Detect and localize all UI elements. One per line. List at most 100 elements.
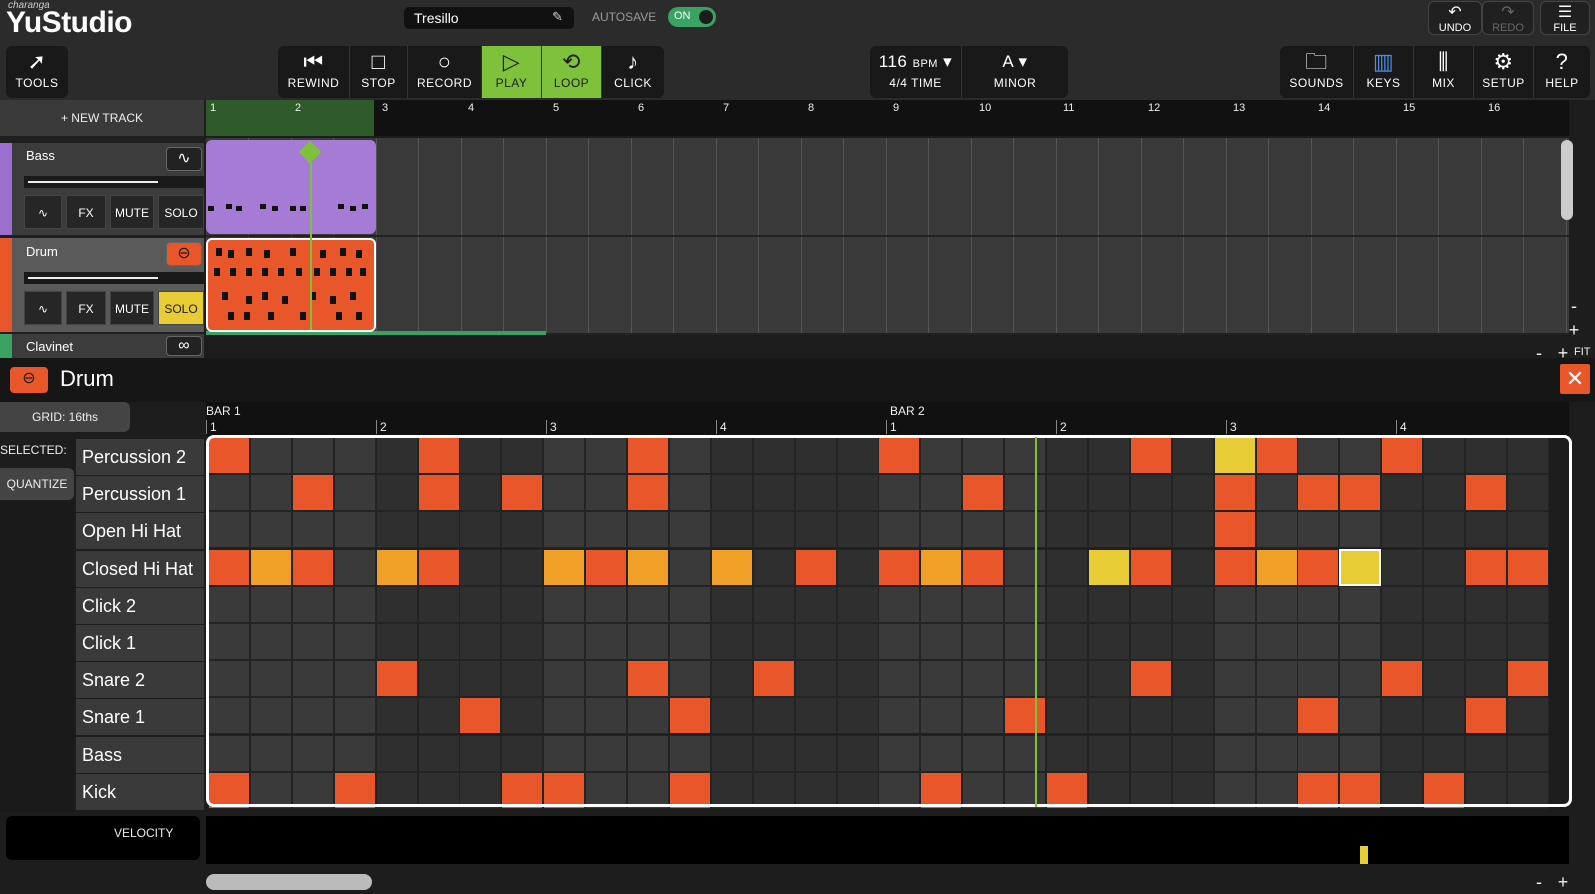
sequencer-step[interactable] xyxy=(962,697,1005,735)
sequencer-step[interactable] xyxy=(1171,437,1214,474)
sequencer-step[interactable] xyxy=(1339,585,1382,623)
sequencer-step[interactable] xyxy=(208,660,250,698)
editor-ruler[interactable] xyxy=(206,402,1569,436)
sequencer-step[interactable] xyxy=(920,697,963,735)
solo-button-bass[interactable]: SOLO xyxy=(158,195,204,229)
fx-button-drum[interactable]: FX xyxy=(66,291,106,325)
sequencer-step[interactable] xyxy=(249,660,292,698)
timeline-ruler[interactable] xyxy=(206,100,1569,136)
sequencer-step[interactable] xyxy=(249,548,292,586)
sequencer-step[interactable] xyxy=(1171,697,1214,735)
sequencer-step[interactable] xyxy=(878,660,921,698)
sequencer-step[interactable] xyxy=(585,474,628,512)
sequencer-step[interactable] xyxy=(375,697,418,735)
sequencer-step[interactable] xyxy=(501,660,544,698)
sequencer-step[interactable] xyxy=(1506,734,1549,772)
sequencer-step[interactable] xyxy=(585,623,628,660)
sequencer-step[interactable] xyxy=(836,548,879,586)
sequencer-step[interactable] xyxy=(585,771,628,809)
instrument-row-label[interactable]: Open Hi Hat xyxy=(76,513,204,550)
sequencer-step[interactable] xyxy=(836,511,879,549)
sequencer-step[interactable] xyxy=(878,548,921,586)
track-zoom-in-button[interactable]: + xyxy=(1563,320,1585,340)
automation-button-bass[interactable]: ∿ xyxy=(24,195,62,229)
sequencer-step[interactable] xyxy=(1339,511,1382,549)
sequencer-step[interactable] xyxy=(1297,548,1340,586)
sequencer-step[interactable] xyxy=(459,734,502,772)
sequencer-step[interactable] xyxy=(1423,623,1466,660)
sequencer-step[interactable] xyxy=(1004,660,1047,698)
sequencer-step[interactable] xyxy=(710,697,753,735)
sequencer-step[interactable] xyxy=(962,660,1005,698)
sequencer-step[interactable] xyxy=(249,585,292,623)
sequencer-step[interactable] xyxy=(668,771,711,809)
sequencer-step[interactable] xyxy=(585,734,628,772)
sequencer-step[interactable] xyxy=(417,511,460,549)
sequencer-step[interactable] xyxy=(333,548,376,586)
sequencer-step[interactable] xyxy=(1129,734,1172,772)
sequencer-step[interactable] xyxy=(1046,734,1088,772)
sequencer-step[interactable] xyxy=(1004,585,1047,623)
editor-zoom-in-button[interactable]: + xyxy=(1552,872,1574,892)
sequencer-step[interactable] xyxy=(417,437,460,474)
sequencer-step[interactable] xyxy=(208,548,250,586)
sequencer-step[interactable] xyxy=(1423,511,1466,549)
sequencer-step[interactable] xyxy=(668,697,711,735)
sequencer-step[interactable] xyxy=(752,474,795,512)
sequencer-step[interactable] xyxy=(459,437,502,474)
fx-button-bass[interactable]: FX xyxy=(66,195,106,229)
sequencer-step[interactable] xyxy=(878,623,921,660)
sequencer-step[interactable] xyxy=(1297,734,1340,772)
sequencer-step[interactable] xyxy=(1465,660,1507,698)
infinity-icon[interactable]: ∞ xyxy=(166,336,202,356)
sequencer-step[interactable] xyxy=(291,734,334,772)
sequencer-step[interactable] xyxy=(417,734,460,772)
sequencer-step[interactable] xyxy=(1213,660,1256,698)
sequencer-step[interactable] xyxy=(1087,585,1130,623)
sequencer-step[interactable] xyxy=(1465,771,1507,809)
sequencer-step[interactable] xyxy=(208,623,250,660)
sequencer-step[interactable] xyxy=(291,474,334,512)
sequencer-step[interactable] xyxy=(1381,437,1424,474)
velocity-bar[interactable] xyxy=(1360,846,1368,864)
sequencer-step[interactable] xyxy=(710,548,753,586)
sequencer-step[interactable] xyxy=(375,437,418,474)
sequencer-step[interactable] xyxy=(459,474,502,512)
project-name-field[interactable]: Tresillo xyxy=(404,7,574,29)
file-button[interactable]: ☰ FILE xyxy=(1540,1,1590,35)
sequencer-step[interactable] xyxy=(249,623,292,660)
sequencer-step[interactable] xyxy=(836,697,879,735)
sequencer-step[interactable] xyxy=(501,511,544,549)
key-button[interactable]: A ▾ MINOR xyxy=(962,46,1068,98)
sequencer-step[interactable] xyxy=(291,548,334,586)
sequencer-step[interactable] xyxy=(710,660,753,698)
sequencer-step[interactable] xyxy=(1129,474,1172,512)
sequencer-step[interactable] xyxy=(1423,771,1466,809)
sequencer-step[interactable] xyxy=(794,585,837,623)
sequencer-step[interactable] xyxy=(1381,585,1424,623)
loop-region[interactable] xyxy=(206,100,374,136)
sequencer-step[interactable] xyxy=(668,548,711,586)
sequencer-step[interactable] xyxy=(1381,623,1424,660)
sequencer-step[interactable] xyxy=(878,771,921,809)
sequencer-step[interactable] xyxy=(1213,697,1256,735)
sequencer-step[interactable] xyxy=(1255,623,1298,660)
sequencer-step[interactable] xyxy=(920,623,963,660)
sequencer-step[interactable] xyxy=(878,511,921,549)
automation-button-drum[interactable]: ∿ xyxy=(24,291,62,325)
sequencer-step[interactable] xyxy=(1213,548,1256,586)
sequencer-step[interactable] xyxy=(920,511,963,549)
sequencer-step[interactable] xyxy=(208,585,250,623)
sequencer-step[interactable] xyxy=(208,511,250,549)
sequencer-step[interactable] xyxy=(752,697,795,735)
sequencer-step[interactable] xyxy=(920,585,963,623)
sequencer-step[interactable] xyxy=(1423,437,1466,474)
sequencer-step[interactable] xyxy=(249,511,292,549)
sequencer-step[interactable] xyxy=(710,623,753,660)
sequencer-step[interactable] xyxy=(1129,548,1172,586)
sequencer-step[interactable] xyxy=(1297,474,1340,512)
sequencer-step[interactable] xyxy=(1506,474,1549,512)
sequencer-step[interactable] xyxy=(1129,623,1172,660)
sequencer-step[interactable] xyxy=(1004,734,1047,772)
sequencer-step[interactable] xyxy=(1423,585,1466,623)
